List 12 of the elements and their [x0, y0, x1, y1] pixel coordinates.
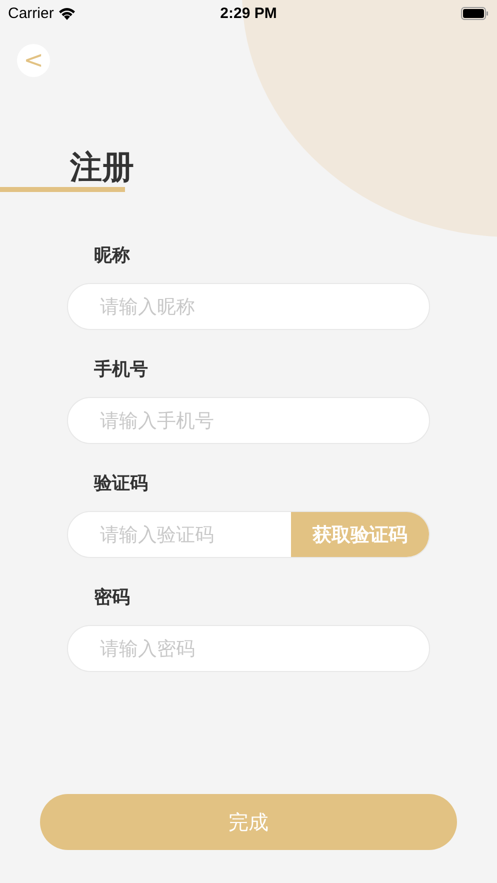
- get-code-button[interactable]: 获取验证码: [291, 512, 429, 557]
- field-label: 昵称: [94, 244, 130, 268]
- field-label: 密码: [94, 586, 130, 610]
- carrier-label: Carrier: [8, 4, 54, 22]
- done-button[interactable]: 完成: [40, 794, 457, 850]
- back-button[interactable]: <: [17, 44, 50, 77]
- page-title: 注册: [70, 147, 134, 187]
- field-label: 手机号: [94, 358, 148, 382]
- wifi-icon: [58, 6, 76, 20]
- field-label: 验证码: [94, 472, 148, 496]
- clock: 2:29 PM: [219, 4, 278, 22]
- battery-icon: [460, 6, 489, 20]
